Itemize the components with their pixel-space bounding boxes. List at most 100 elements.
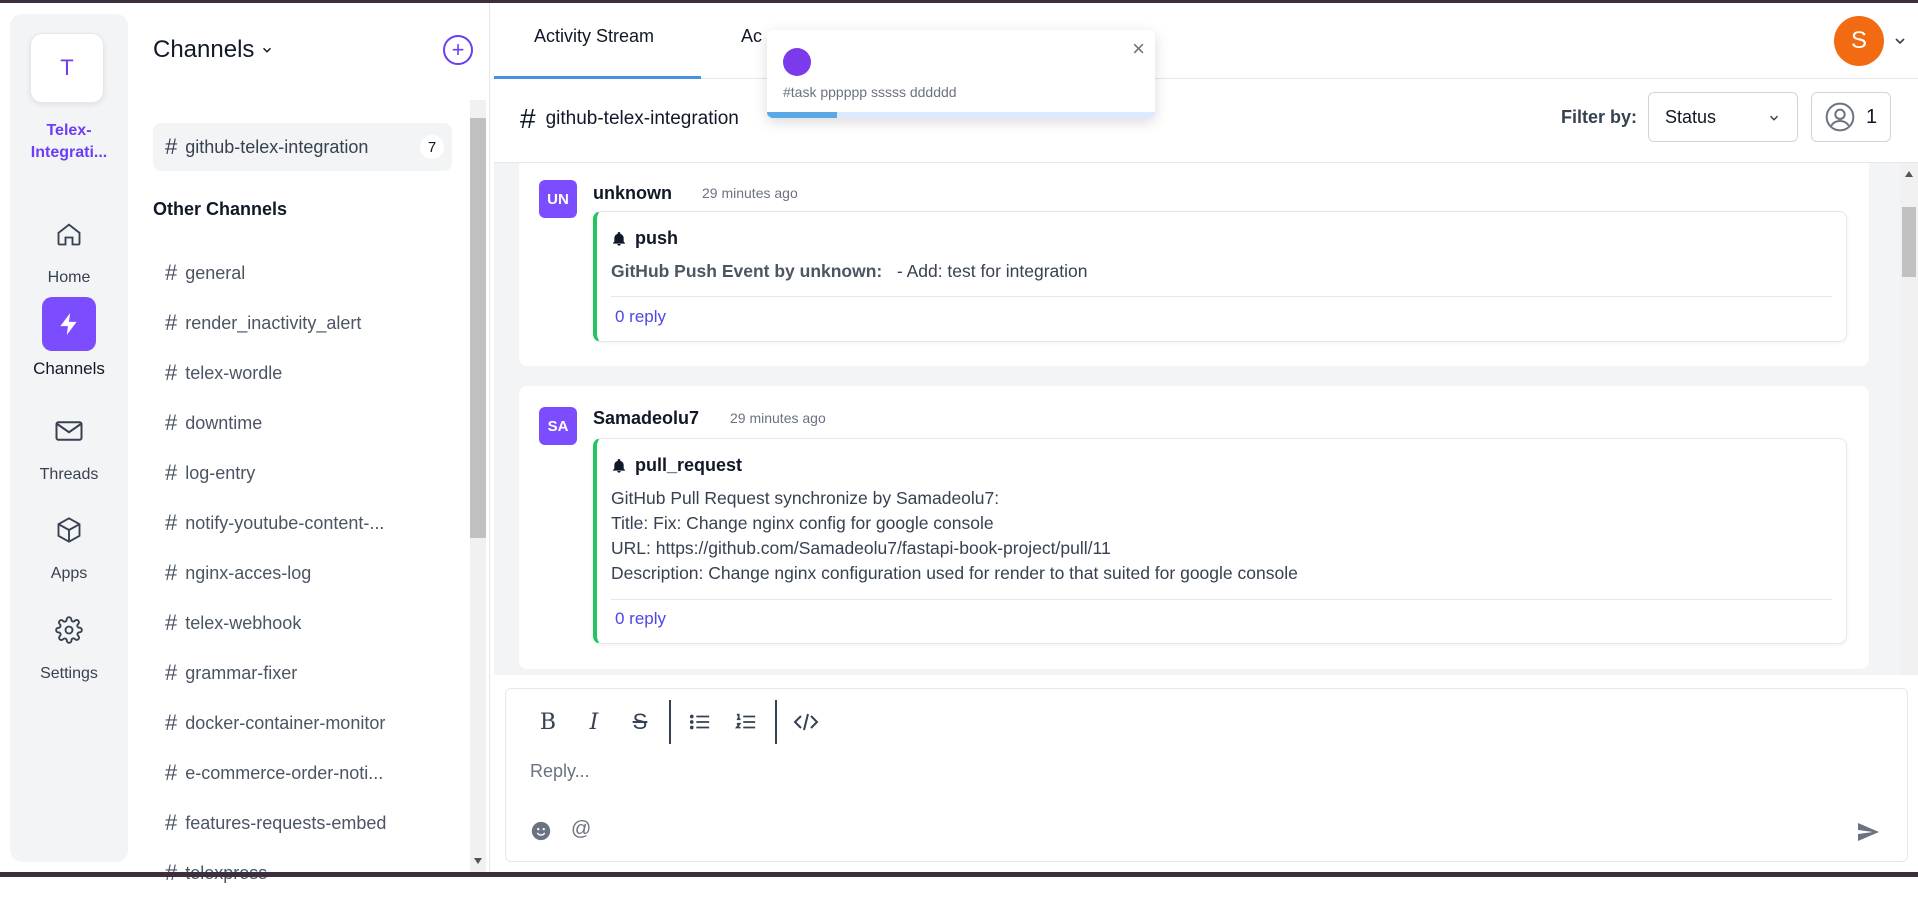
unread-count-badge: 7 xyxy=(420,135,444,159)
lightning-icon xyxy=(42,297,96,351)
rail-item-settings[interactable]: Settings xyxy=(14,603,124,683)
other-channels-list: # general # render_inactivity_alert # telex… xyxy=(165,248,386,898)
window-bottom-border xyxy=(0,872,1918,877)
members-count: 1 xyxy=(1866,105,1878,128)
hash-icon: # xyxy=(165,760,178,785)
hash-icon: # xyxy=(520,103,536,134)
hash-icon: # xyxy=(165,660,178,685)
channel-name: e-commerce-order-noti... xyxy=(185,762,384,783)
rail-label-threads: Threads xyxy=(39,466,99,483)
channel-item[interactable]: # docker-container-monitor xyxy=(165,698,386,748)
numbered-list-button[interactable] xyxy=(723,700,769,744)
italic-icon: I xyxy=(589,709,599,735)
rail-item-apps[interactable]: Apps xyxy=(14,503,124,583)
channel-item[interactable]: # nginx-acces-log xyxy=(165,548,386,598)
rail-label-channels: Channels xyxy=(33,359,105,378)
channel-name: downtime xyxy=(185,412,263,433)
bold-icon: B xyxy=(539,709,557,735)
tab-activity-stream[interactable]: Activity Stream xyxy=(534,26,654,47)
scrollbar-thumb[interactable] xyxy=(1902,207,1916,277)
send-icon[interactable] xyxy=(1856,820,1880,844)
channel-name: docker-container-monitor xyxy=(185,712,386,733)
hash-icon: # xyxy=(165,460,178,485)
reply-count-link[interactable]: 0 reply xyxy=(615,307,666,327)
user-avatar[interactable]: S xyxy=(1834,16,1884,66)
reply-count-link[interactable]: 0 reply xyxy=(615,609,666,629)
scroll-up-arrow-icon[interactable] xyxy=(1905,171,1913,177)
rail-label-apps: Apps xyxy=(50,565,88,582)
bell-icon xyxy=(613,231,625,246)
status-filter-select[interactable]: Status xyxy=(1648,92,1798,142)
channel-item[interactable]: # e-commerce-order-noti... xyxy=(165,748,386,798)
channels-scrollbar[interactable] xyxy=(470,100,486,872)
channel-item[interactable]: # notify-youtube-content-... xyxy=(165,498,386,548)
members-button[interactable]: 1 xyxy=(1811,92,1891,142)
emoji-icon[interactable] xyxy=(530,820,552,842)
channel-name: nginx-acces-log xyxy=(185,562,312,583)
message-item: UN unknown 29 minutes ago push GitHub Pu… xyxy=(519,163,1869,366)
hash-icon: # xyxy=(165,810,178,835)
chevron-down-icon[interactable] xyxy=(1892,33,1908,49)
reply-input[interactable] xyxy=(530,756,1830,786)
workspace-initial: T xyxy=(60,55,74,80)
tab-second[interactable]: Ac xyxy=(741,26,762,47)
workspace-name[interactable]: Telex-Integrati... xyxy=(14,120,124,164)
channel-header-title: # github-telex-integration xyxy=(520,103,739,135)
mention-icon[interactable]: @ xyxy=(571,818,591,841)
add-channel-button[interactable]: + xyxy=(443,35,473,65)
channel-item[interactable]: # log-entry xyxy=(165,448,386,498)
numbered-list-icon xyxy=(735,713,756,729)
message-avatar[interactable]: UN xyxy=(539,180,577,218)
chevron-down-icon xyxy=(1769,115,1779,121)
strikethrough-icon: S xyxy=(632,709,648,734)
workspace-logo[interactable]: T xyxy=(30,33,104,103)
channel-item[interactable]: # downtime xyxy=(165,398,386,448)
strikethrough-button[interactable]: S xyxy=(617,700,663,744)
rail-item-channels[interactable]: Channels xyxy=(14,297,124,379)
channel-item-active[interactable]: # github-telex-integration 7 xyxy=(153,123,452,171)
hash-icon: # xyxy=(165,560,178,585)
event-body-line: Description: Change nginx configuration … xyxy=(611,563,1298,583)
event-name: pull_request xyxy=(635,455,743,475)
toolbar-divider xyxy=(775,700,777,744)
toast-notification[interactable]: #task pppppp sssss dddddd × xyxy=(767,30,1155,118)
toast-message: #task pppppp sssss dddddd xyxy=(783,84,957,100)
channel-name: notify-youtube-content-... xyxy=(185,512,385,533)
stream-scrollbar[interactable] xyxy=(1900,163,1918,675)
channel-item[interactable]: # general xyxy=(165,248,386,298)
message-username[interactable]: unknown xyxy=(593,183,672,204)
event-body-line: URL: https://github.com/Samadeolu7/fasta… xyxy=(611,538,1111,558)
channels-title[interactable]: Channels xyxy=(153,36,274,64)
channel-item[interactable]: # telex-webhook xyxy=(165,598,386,648)
channel-name: telex-webhook xyxy=(185,612,302,633)
filter-label: Filter by: xyxy=(1561,107,1638,127)
rail-item-threads[interactable]: Threads xyxy=(14,404,124,484)
event-body-line: Title: Fix: Change nginx config for goog… xyxy=(611,513,994,533)
italic-button[interactable]: I xyxy=(571,700,617,744)
event-body-bold: GitHub Push Event by unknown: xyxy=(611,261,883,281)
channel-header-name: github-telex-integration xyxy=(545,108,739,129)
bold-button[interactable]: B xyxy=(525,700,571,744)
tab-bar xyxy=(494,3,1918,79)
hash-icon: # xyxy=(165,510,178,535)
message-avatar[interactable]: SA xyxy=(539,407,577,445)
event-title: push xyxy=(611,228,678,249)
channel-item[interactable]: # features-requests-embed xyxy=(165,798,386,848)
rail-item-home[interactable]: Home xyxy=(14,207,124,287)
code-button[interactable] xyxy=(783,700,829,744)
hash-icon: # xyxy=(165,310,178,335)
bullet-list-button[interactable] xyxy=(677,700,723,744)
scrollbar-thumb[interactable] xyxy=(470,118,486,538)
card-divider xyxy=(611,599,1832,600)
event-body-line: GitHub Pull Request synchronize by Samad… xyxy=(611,488,1000,508)
channel-item[interactable]: # grammar-fixer xyxy=(165,648,386,698)
event-body-text: - Add: test for integration xyxy=(896,261,1088,281)
message-username[interactable]: Samadeolu7 xyxy=(593,408,699,429)
toolbar-divider xyxy=(669,700,671,744)
event-body: GitHub Push Event by unknown: - Add: tes… xyxy=(611,259,1088,284)
close-icon[interactable]: × xyxy=(1132,36,1145,62)
channel-item[interactable]: # telex-wordle xyxy=(165,348,386,398)
channel-item[interactable]: # render_inactivity_alert xyxy=(165,298,386,348)
home-icon xyxy=(42,207,96,261)
scroll-down-arrow-icon[interactable] xyxy=(474,858,482,864)
